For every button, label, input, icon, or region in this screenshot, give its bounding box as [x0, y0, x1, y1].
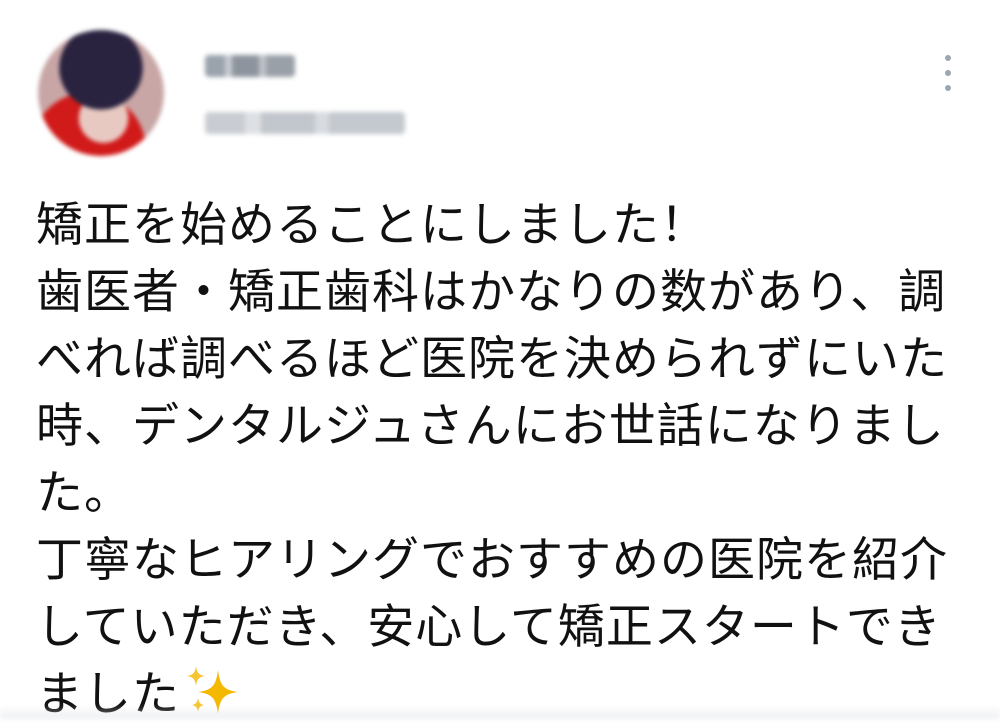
tweet-line: 丁寧なヒアリングでおすすめの医院を紹介	[36, 533, 948, 588]
tweet-body: 矯正を始めることにしました！ 歯医者・矯正歯科はかなりの数があり、調 べれば調べ…	[36, 192, 966, 728]
tweet-line: べれば調べるほど医院を決められずにいた	[36, 332, 948, 387]
tweet-line: 矯正を始めることにしました！	[36, 198, 708, 253]
avatar[interactable]	[38, 30, 164, 156]
user-name-blurred[interactable]	[205, 55, 295, 77]
tweet-line: 時、デンタルジュさんにお世話になりまし	[36, 399, 945, 454]
tweet-card: 矯正を始めることにしました！ 歯医者・矯正歯科はかなりの数があり、調 べれば調べ…	[0, 0, 1000, 722]
cropped-next-line	[0, 705, 1000, 719]
tweet-line: 歯医者・矯正歯科はかなりの数があり、調	[36, 265, 947, 320]
user-handle-blurred	[205, 112, 405, 134]
tweet-line: していただき、安心して矯正スタートでき	[36, 600, 942, 655]
tweet-line: た。	[36, 466, 132, 521]
more-icon	[945, 55, 951, 61]
more-options-button[interactable]	[935, 55, 961, 91]
